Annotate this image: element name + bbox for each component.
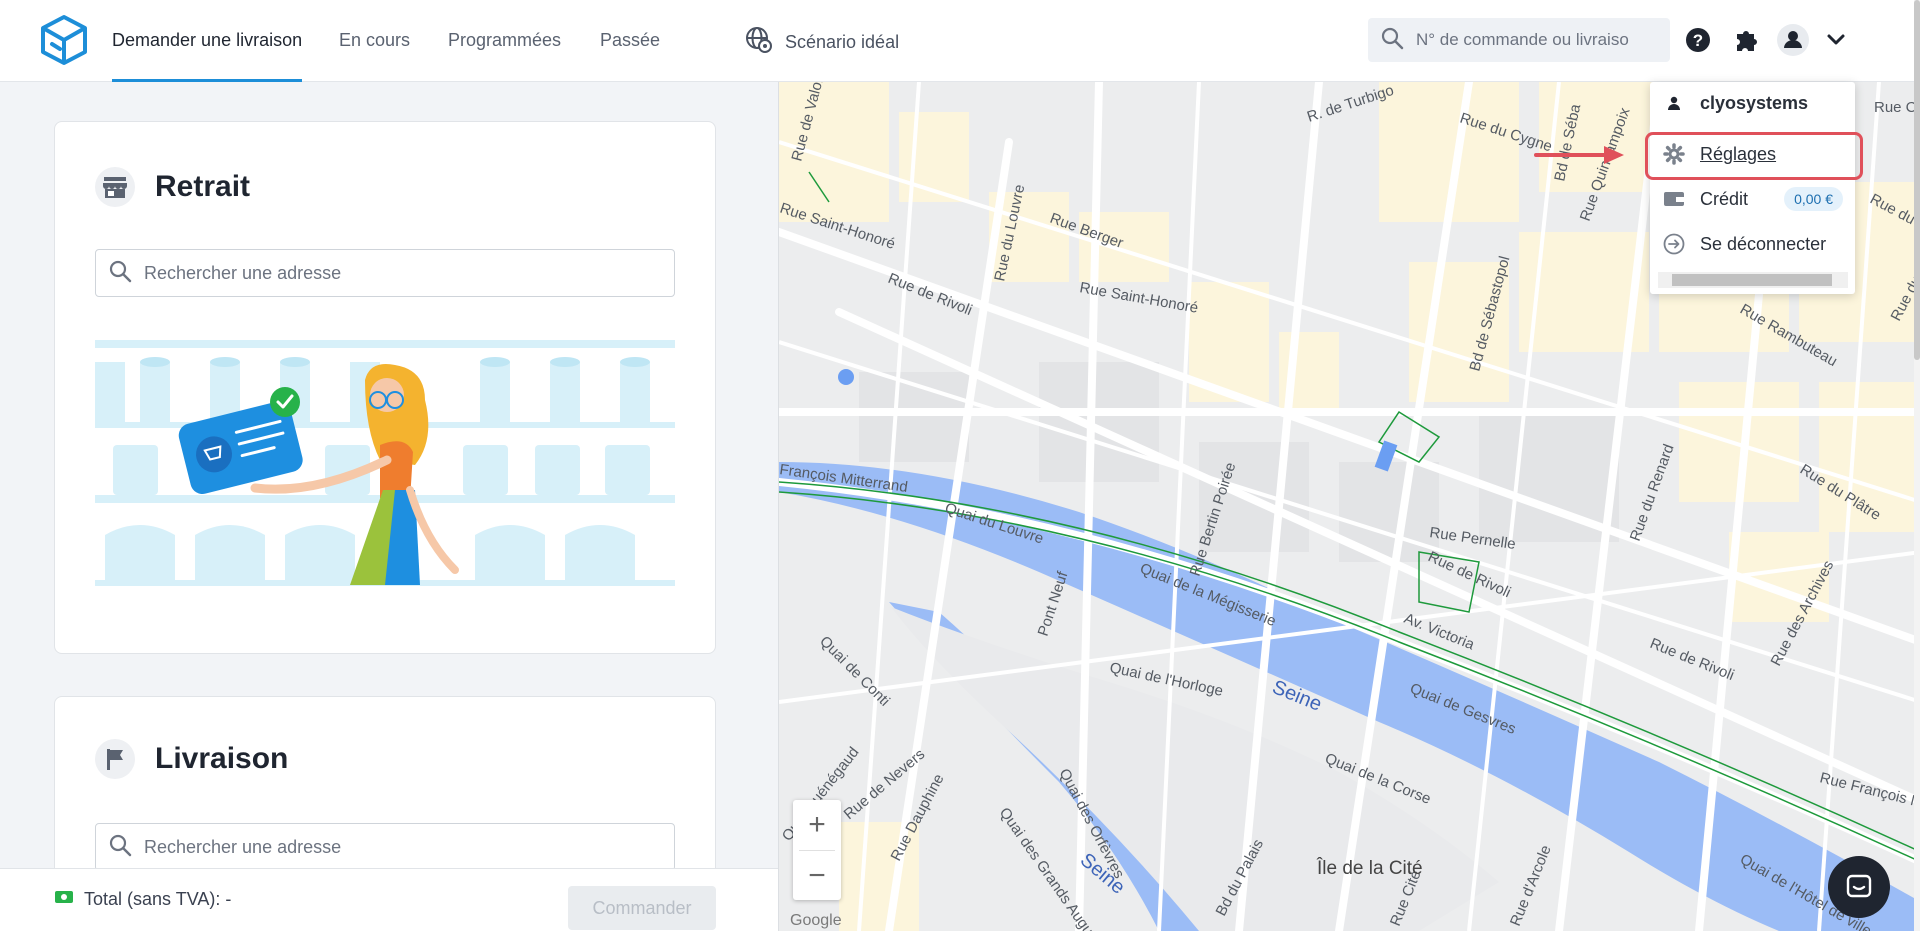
scrollbar-thumb[interactable] <box>1672 274 1832 286</box>
tab-in-progress[interactable]: En cours <box>339 30 410 82</box>
tab-scheduled[interactable]: Programmées <box>448 30 561 82</box>
tab-past[interactable]: Passée <box>600 30 660 82</box>
credit-label: Crédit <box>1700 188 1749 209</box>
pickup-illustration <box>95 340 675 590</box>
map-label: Rue du Renard <box>1627 442 1678 543</box>
zoom-out-button[interactable]: − <box>793 851 841 901</box>
user-menu-username: clyosystems <box>1650 82 1855 124</box>
pickup-title: Retrait <box>155 170 251 203</box>
zoom-controls: + − <box>793 800 841 900</box>
puzzle-icon[interactable] <box>1729 22 1765 58</box>
delivery-header: Livraison <box>95 739 288 779</box>
delivery-address-input[interactable] <box>144 836 664 858</box>
top-bar: Demander une livraison En cours Programm… <box>0 0 1920 82</box>
logout-label: Se déconnecter <box>1700 233 1827 254</box>
page-scrollbar[interactable] <box>1914 0 1920 931</box>
island-label: Île de la Cité <box>1316 857 1423 879</box>
pickup-address-input[interactable] <box>144 262 664 284</box>
user-avatar-icon[interactable] <box>1775 22 1811 58</box>
help-icon[interactable]: ? <box>1680 22 1716 58</box>
search-icon <box>108 833 132 862</box>
user-menu-logout[interactable]: Se déconnecter <box>1650 223 1855 265</box>
map-label: Pont Neuf <box>1035 569 1072 638</box>
user-menu: clyosystems Réglages Crédit 0,00 € Se dé… <box>1650 82 1855 294</box>
delivery-title: Livraison <box>155 742 289 775</box>
delivery-address-field[interactable] <box>95 823 675 871</box>
settings-highlight-box <box>1645 132 1863 180</box>
total-label: Total (sans TVA): - <box>84 889 232 909</box>
user-menu-credit[interactable]: Crédit 0,00 € <box>1650 178 1855 220</box>
globe-gear-icon <box>745 26 773 59</box>
app-logo-icon[interactable] <box>40 14 88 66</box>
scenario-label: Scénario idéal <box>785 32 900 52</box>
zoom-in-button[interactable]: + <box>793 800 841 850</box>
username-label: clyosystems <box>1700 92 1809 113</box>
pickup-address-field[interactable] <box>95 249 675 297</box>
scrollbar-thumb[interactable] <box>1914 0 1920 360</box>
logout-icon <box>1662 232 1686 256</box>
scenario-selector[interactable]: Scénario idéal <box>745 26 899 59</box>
user-menu-scrollbar[interactable] <box>1658 272 1848 288</box>
credit-balance-badge: 0,00 € <box>1784 187 1843 211</box>
arrow-right-icon <box>1534 144 1626 171</box>
map-attribution: Google <box>790 912 842 929</box>
map-label: Quai de Conti <box>816 633 893 710</box>
order-button[interactable]: Commander <box>568 886 716 930</box>
order-search[interactable] <box>1368 18 1670 62</box>
pickup-card: Retrait <box>54 121 716 654</box>
user-icon <box>1662 91 1686 115</box>
store-icon <box>95 167 135 207</box>
cash-icon <box>54 889 74 910</box>
pickup-header: Retrait <box>95 167 250 207</box>
wallet-icon <box>1662 187 1686 211</box>
order-footer: Total (sans TVA): - Commander <box>0 868 778 931</box>
total-summary: Total (sans TVA): - <box>54 889 231 910</box>
chat-launcher-icon[interactable] <box>1828 856 1890 918</box>
order-search-input[interactable] <box>1416 30 1656 50</box>
svg-text:?: ? <box>1693 31 1703 50</box>
flag-icon <box>95 739 135 779</box>
tab-request-delivery[interactable]: Demander une livraison <box>112 30 303 82</box>
map-label: Rue d'Arcole <box>1507 843 1555 929</box>
search-icon <box>108 259 132 288</box>
chevron-down-icon[interactable] <box>1818 22 1854 58</box>
search-icon <box>1380 26 1404 55</box>
